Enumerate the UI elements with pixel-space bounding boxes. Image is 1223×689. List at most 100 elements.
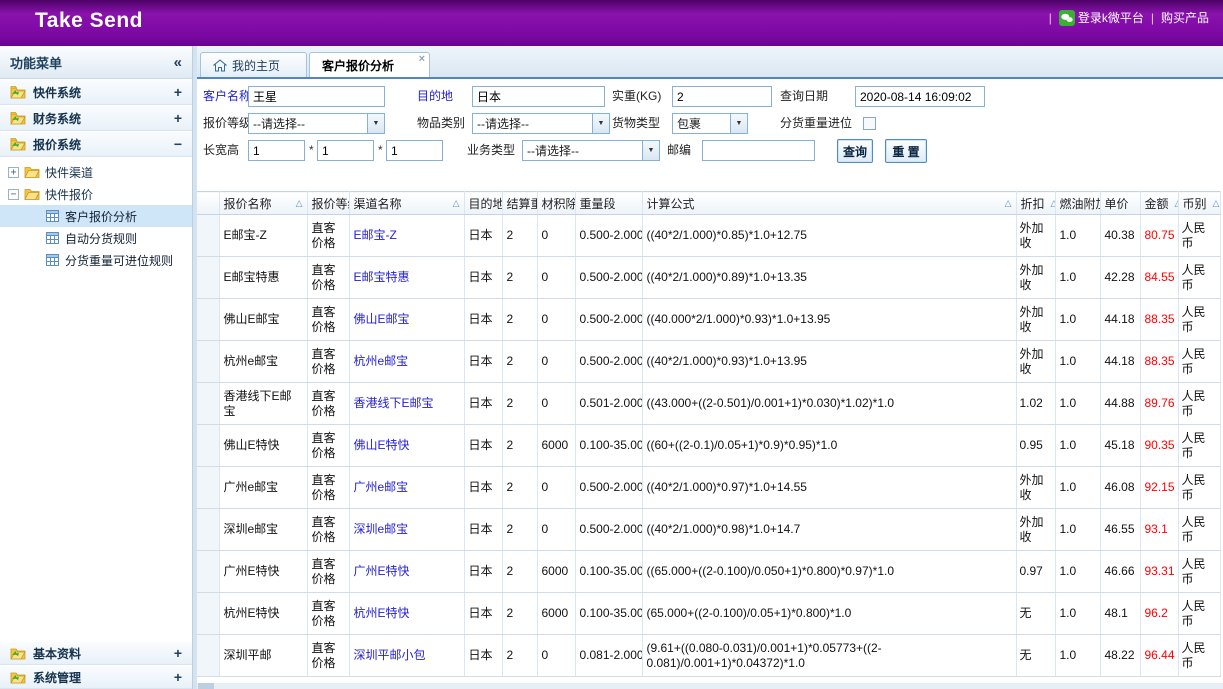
sort-icon[interactable]: △ [447,198,460,209]
channel-link[interactable]: 广州e邮宝 [354,480,409,494]
volume-divisor-cell: 0 [537,341,575,383]
reset-button[interactable]: 重 置 [885,139,927,163]
customer-name-label: 客户名称 [203,86,251,107]
cargo-type-select[interactable]: 包裹 ▼ [672,113,748,134]
discount-cell: 无 [1016,593,1055,635]
weight-rounding-checkbox[interactable] [863,117,876,130]
height-input[interactable] [386,140,443,161]
scrollbar-thumb[interactable] [198,683,214,689]
channel-cell: 深圳平邮小包 [349,635,464,677]
destination-cell: 日本 [464,467,502,509]
channel-link[interactable]: 佛山E特快 [354,438,410,452]
chevron-down-icon[interactable]: ▼ [367,114,384,133]
expand-toggle-icon[interactable]: + [174,669,182,685]
sort-icon[interactable]: △ [1207,198,1220,209]
tree-leaf-item[interactable]: 客户报价分析 [0,205,192,227]
sidebar-group-item[interactable]: 基本资料 + [0,641,192,665]
horizontal-scrollbar[interactable] [197,683,1223,689]
channel-link[interactable]: 杭州e邮宝 [354,354,409,368]
channel-link[interactable]: E邮宝特惠 [354,270,410,284]
quote-grade-cell: 直客价格 [307,593,349,635]
width-input[interactable] [317,140,374,161]
sort-icon[interactable]: △ [290,198,303,209]
channel-link[interactable]: E邮宝-Z [354,228,397,242]
tab-my-homepage[interactable]: 我的主页 [200,52,307,77]
expand-toggle-icon[interactable]: + [174,84,182,100]
discount-cell: 外加收 [1016,341,1055,383]
postcode-input[interactable] [702,140,815,161]
channel-link[interactable]: 广州E特快 [354,564,410,578]
table-grid-icon [46,232,59,244]
channel-link[interactable]: 佛山E邮宝 [354,312,410,326]
formula-cell: (9.61+((0.080-0.031)/0.001+1)*0.05773+((… [642,635,1016,677]
channel-link[interactable]: 深圳平邮小包 [354,648,426,662]
sort-icon[interactable]: △ [1169,198,1178,209]
header-unit-price[interactable]: 单价 [1100,192,1140,215]
postcode-label: 邮编 [667,140,691,161]
header-quote-name[interactable]: 报价名称△ [219,192,307,215]
tab-customer-quote-analysis[interactable]: 客户报价分析 × [309,52,430,77]
header-amount[interactable]: 金额△ [1140,192,1178,215]
expand-toggle-icon[interactable]: + [174,645,182,661]
destination-input[interactable] [472,86,605,107]
formula-cell: ((40*2/1.000)*0.85)*1.0+12.75 [642,215,1016,257]
sort-icon[interactable]: △ [1045,198,1055,209]
chevron-down-icon[interactable]: ▼ [730,114,747,133]
channel-link[interactable]: 香港线下E邮宝 [354,396,434,410]
header-quote-grade[interactable]: 报价等级△ [307,192,349,215]
volume-divisor-cell: 0 [537,215,575,257]
channel-link[interactable]: 深圳e邮宝 [354,522,409,536]
unit-price-cell: 44.18 [1100,341,1140,383]
header-discount[interactable]: 折扣△ [1016,192,1055,215]
weight-input[interactable] [672,86,772,107]
customer-name-input[interactable] [248,86,385,107]
query-date-input[interactable] [855,86,985,107]
sort-icon[interactable]: △ [999,198,1012,209]
header-weight-range[interactable]: 重量段 [575,192,642,215]
sidebar-group-item[interactable]: 财务系统 + [0,105,192,131]
tree-expander-icon[interactable]: + [8,167,19,178]
expand-toggle-icon[interactable]: + [174,110,182,126]
formula-cell: ((65.000+((2-0.100)/0.050+1)*0.800)*0.97… [642,551,1016,593]
amount-cell: 96.2 [1140,593,1178,635]
separator: | [1049,11,1052,25]
amount-cell: 90.35 [1140,425,1178,467]
channel-link[interactable]: 杭州E特快 [354,606,410,620]
destination-cell: 日本 [464,425,502,467]
header-currency[interactable]: 币别△ [1178,192,1220,215]
quote-name-cell: E邮宝特惠 [219,257,307,299]
header-channel-name[interactable]: 渠道名称△ [349,192,464,215]
close-tab-icon[interactable]: × [419,54,425,65]
expand-toggle-icon[interactable]: − [174,136,182,152]
business-type-select[interactable]: --请选择-- ▼ [522,140,660,161]
collapse-sidebar-icon[interactable]: « [174,54,182,71]
header-formula[interactable]: 计算公式△ [642,192,1016,215]
table-row: 佛山E邮宝 直客价格 佛山E邮宝 日本 2 0 0.500-2.000 ((40… [197,299,1220,341]
tree-leaf-item[interactable]: 分货重量可进位规则 [0,249,192,271]
login-kwei-link[interactable]: 登录k微平台 [1059,9,1144,26]
sidebar-tree: + 快件渠道 − 快件报价 客户报价分析 [0,157,192,271]
buy-product-link[interactable]: 购买产品 [1161,9,1209,26]
item-type-select[interactable]: --请选择-- ▼ [472,113,610,134]
discount-cell: 1.02 [1016,383,1055,425]
sidebar-group-item[interactable]: 系统管理 + [0,665,192,689]
tree-item-express-quote[interactable]: − 快件报价 [0,183,192,205]
row-select-cell [197,467,219,509]
query-button[interactable]: 查询 [837,139,873,163]
sidebar-group-item[interactable]: 报价系统 − [0,131,192,157]
tree-item-express-channel[interactable]: + 快件渠道 [0,161,192,183]
length-input[interactable] [248,140,305,161]
chevron-down-icon[interactable]: ▼ [642,141,659,160]
header-destination[interactable]: 目的地△ [464,192,502,215]
tree-expander-icon[interactable]: − [8,189,19,200]
tree-leaf-item[interactable]: 自动分货规则 [0,227,192,249]
header-settle-weight[interactable]: 结算重量△ [502,192,537,215]
sidebar-group-item[interactable]: 快件系统 + [0,79,192,105]
table-row: 香港线下E邮宝 直客价格 香港线下E邮宝 日本 2 0 0.501-2.000 … [197,383,1220,425]
chevron-down-icon[interactable]: ▼ [592,114,609,133]
header-fuel-surcharge[interactable]: 燃油附加△ [1055,192,1100,215]
header-volume-divisor[interactable]: 材积除数△ [537,192,575,215]
quote-grade-select[interactable]: --请选择-- ▼ [248,113,385,134]
row-select-cell [197,593,219,635]
table-row: 深圳平邮 直客价格 深圳平邮小包 日本 2 0 0.081-2.000 (9.6… [197,635,1220,677]
